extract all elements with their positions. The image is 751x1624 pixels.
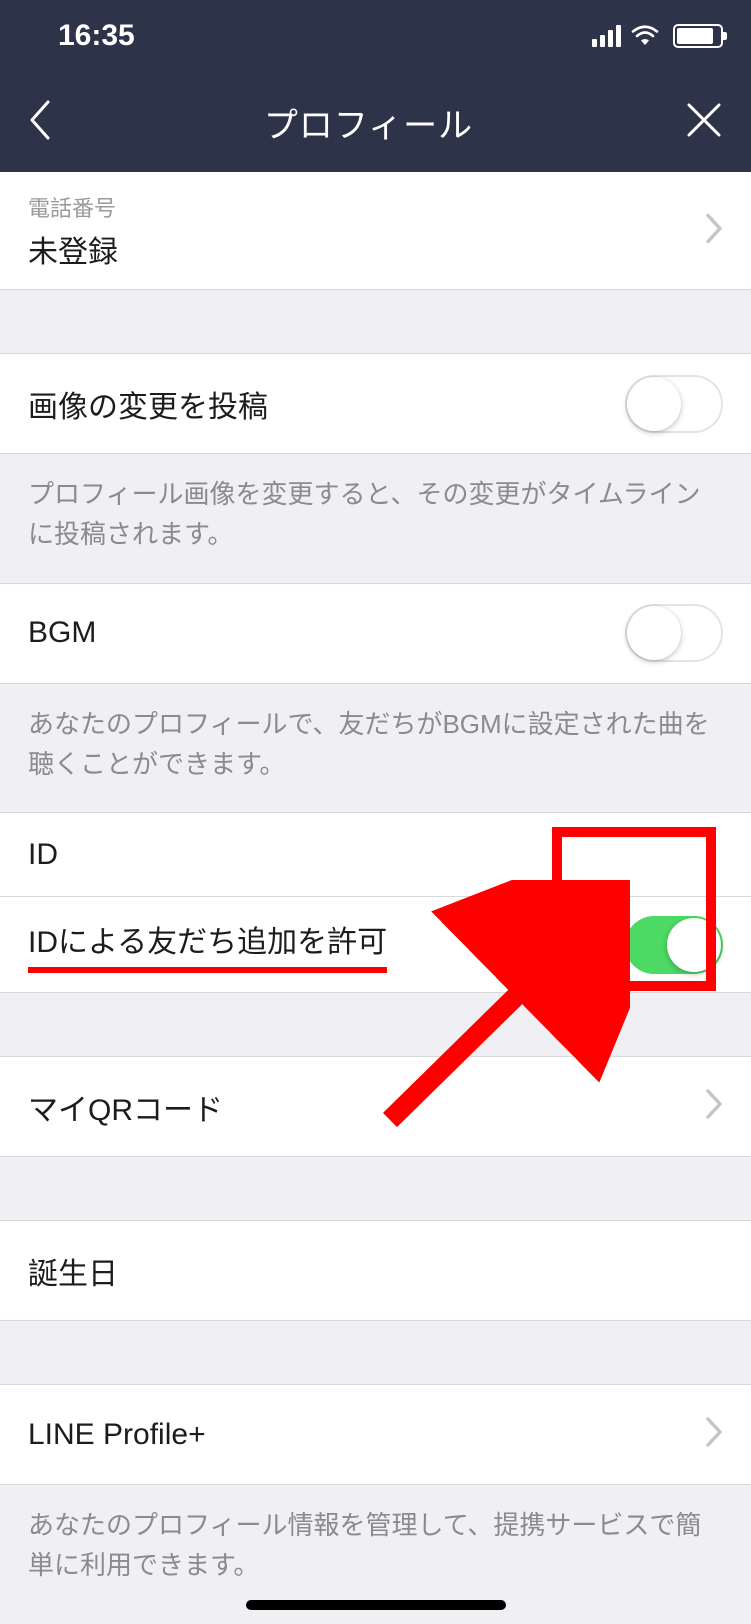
section-spacer — [0, 290, 751, 354]
id-allow-label: IDによる友だち追加を許可 — [28, 917, 387, 973]
close-icon — [685, 101, 723, 139]
line-profile-plus-row[interactable]: LINE Profile+ — [0, 1385, 751, 1485]
post-image-change-toggle[interactable] — [625, 375, 723, 433]
close-button[interactable] — [677, 91, 731, 154]
app-header: 16:35 プロフィール — [0, 0, 751, 172]
bgm-row[interactable]: BGM — [0, 584, 751, 684]
post-image-change-note: プロフィール画像を変更すると、その変更がタイムラインに投稿されます。 — [0, 454, 751, 584]
section-spacer — [0, 1321, 751, 1385]
status-indicators — [592, 24, 723, 48]
phone-number-row[interactable]: 電話番号 未登録 — [0, 172, 751, 290]
chevron-right-icon — [705, 1088, 723, 1125]
section-spacer — [0, 993, 751, 1057]
id-label: ID — [28, 838, 58, 872]
birthday-label: 誕生日 — [28, 1249, 118, 1293]
phone-number-label: 電話番号 — [28, 191, 116, 223]
birthday-row[interactable]: 誕生日 — [0, 1221, 751, 1321]
line-profile-plus-label: LINE Profile+ — [28, 1418, 206, 1452]
post-image-change-row[interactable]: 画像の変更を投稿 — [0, 354, 751, 454]
line-profile-plus-note: あなたのプロフィール情報を管理して、提携サービスで簡単に利用できます。 — [0, 1485, 751, 1614]
qr-code-row[interactable]: マイQRコード — [0, 1057, 751, 1157]
bgm-note: あなたのプロフィールで、友だちがBGMに設定された曲を聴くことができます。 — [0, 684, 751, 814]
back-button[interactable] — [20, 88, 60, 157]
id-row[interactable]: ID — [0, 813, 751, 897]
post-image-change-label: 画像の変更を投稿 — [28, 382, 268, 426]
chevron-right-icon — [705, 1416, 723, 1453]
status-bar: 16:35 — [0, 0, 751, 72]
nav-bar: プロフィール — [0, 72, 751, 172]
status-time: 16:35 — [58, 19, 135, 53]
chevron-right-icon — [705, 213, 723, 250]
chevron-left-icon — [28, 98, 52, 142]
id-allow-toggle[interactable] — [625, 916, 723, 974]
page-title: プロフィール — [264, 98, 473, 147]
wifi-icon — [631, 25, 659, 47]
cellular-signal-icon — [592, 25, 621, 47]
phone-number-value: 未登録 — [28, 227, 118, 271]
home-indicator[interactable] — [246, 1600, 506, 1610]
battery-icon — [673, 24, 723, 48]
bgm-toggle[interactable] — [625, 604, 723, 662]
qr-code-label: マイQRコード — [28, 1085, 223, 1129]
bgm-label: BGM — [28, 616, 96, 650]
section-spacer — [0, 1157, 751, 1221]
id-allow-row[interactable]: IDによる友だち追加を許可 — [0, 897, 751, 993]
